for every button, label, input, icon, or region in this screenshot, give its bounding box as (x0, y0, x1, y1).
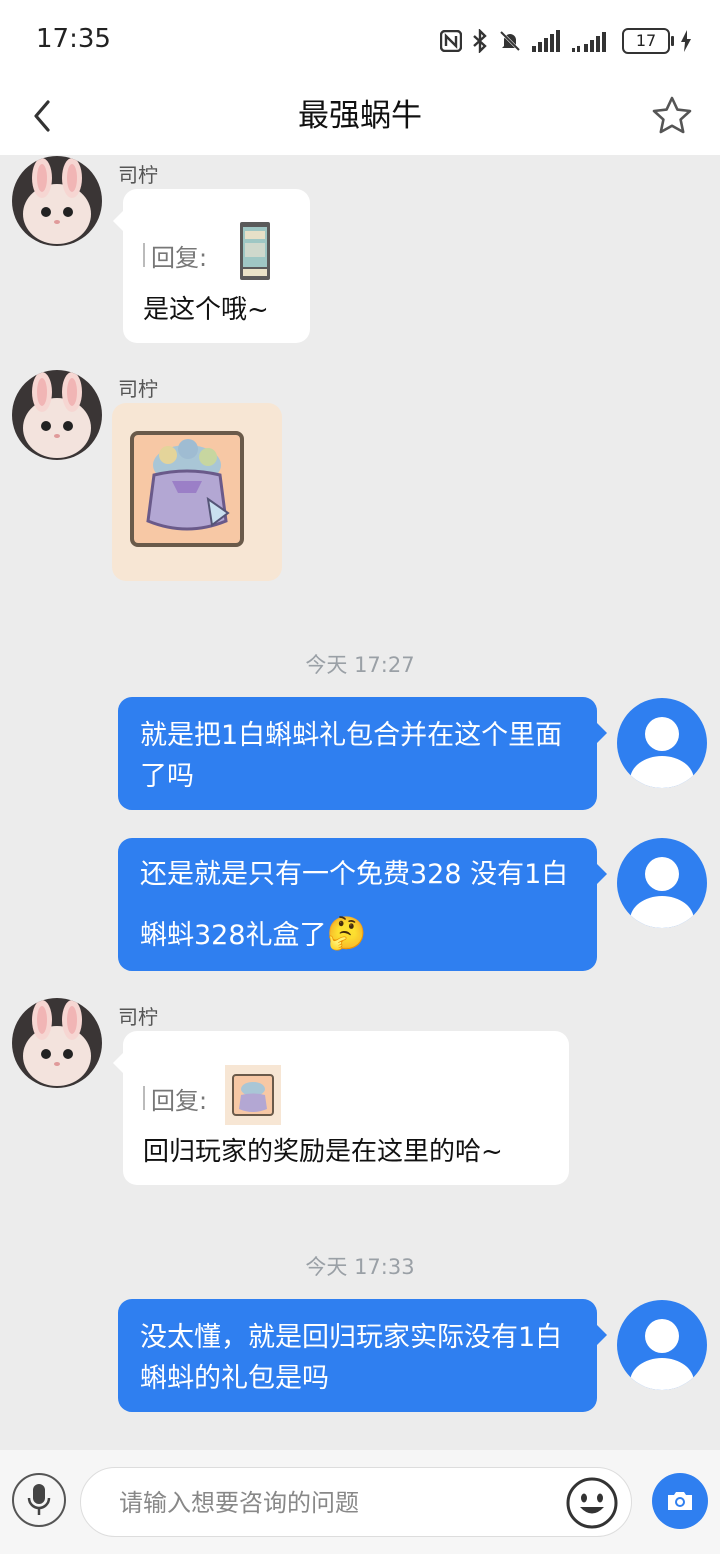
user-avatar[interactable] (617, 838, 707, 928)
reply-label: 回复: (151, 1086, 208, 1115)
message-bubble-outgoing[interactable]: 没太懂，就是回归玩家实际没有1白蝌蚪的礼包是吗 (118, 1299, 607, 1412)
status-bar: 17:35 17 (0, 0, 720, 78)
header-bar: 最强蜗牛 (0, 78, 720, 155)
cat-avatar-icon (12, 156, 102, 246)
message-bubble-outgoing[interactable]: 还是就是只有一个免费328 没有1白蝌蚪328礼盒了🤔 (118, 838, 607, 971)
battery-indicator: 17 (622, 28, 674, 54)
camera-icon (668, 1492, 692, 1510)
sender-name: 司柠 (118, 163, 158, 187)
message-input-container[interactable] (80, 1467, 632, 1537)
message-input[interactable] (117, 1482, 561, 1524)
nfc-icon (440, 30, 462, 52)
reply-bar (143, 243, 145, 267)
reply-quote[interactable]: 回复: (143, 222, 271, 281)
thinking-emoji: 🤔 (326, 914, 367, 952)
favorite-button[interactable] (650, 94, 694, 138)
mute-bell-icon (499, 30, 521, 52)
input-bar (0, 1450, 720, 1554)
image-message[interactable] (112, 403, 282, 581)
charging-icon (681, 30, 691, 52)
timestamp: 今天 17:33 (305, 1255, 415, 1279)
reply-label: 回复: (151, 243, 208, 272)
cat-avatar-icon (12, 998, 102, 1088)
bluetooth-icon (473, 29, 487, 53)
user-icon (630, 717, 694, 788)
timestamp: 今天 17:27 (305, 653, 415, 677)
message-text: 没太懂，就是回归玩家实际没有1白蝌蚪的礼包是吗 (140, 1322, 563, 1394)
phone-screenshot-thumbnail[interactable] (239, 221, 271, 281)
camera-button[interactable] (652, 1473, 708, 1529)
page-title: 最强蜗牛 (298, 98, 422, 134)
agent-avatar[interactable] (12, 370, 102, 460)
message-bubble-outgoing[interactable]: 就是把1白蝌蚪礼包合并在这个里面了吗 (118, 697, 607, 810)
message-text: 是这个哦~ (143, 295, 269, 325)
user-icon (630, 857, 694, 928)
emoji-smile-icon (566, 1477, 618, 1529)
message-text: 回归玩家的奖励是在这里的哈~ (143, 1137, 503, 1167)
gift-bag-thumbnail[interactable] (225, 1065, 282, 1125)
status-time: 17:35 (36, 24, 111, 54)
chat-area[interactable]: 司柠 回复: 是这个哦~ 司柠 今天 17:27 就是把1白蝌蚪礼包合并在这个里… (0, 155, 720, 1450)
cat-avatar-icon (12, 370, 102, 460)
user-avatar[interactable] (617, 1300, 707, 1390)
agent-avatar[interactable] (12, 998, 102, 1088)
message-bubble-incoming[interactable]: 回复: 回归玩家的奖励是在这里的哈~ (113, 1031, 569, 1185)
star-outline-icon (652, 96, 692, 134)
user-avatar[interactable] (617, 698, 707, 788)
voice-button[interactable] (12, 1473, 66, 1527)
reply-quote[interactable]: 回复: (143, 1065, 282, 1125)
reply-bar (143, 1086, 145, 1110)
agent-avatar[interactable] (12, 156, 102, 246)
emoji-button[interactable] (565, 1476, 619, 1530)
gift-bag-image (130, 431, 244, 547)
microphone-icon (27, 1484, 51, 1515)
sender-name: 司柠 (118, 1005, 158, 1029)
message-bubble-incoming[interactable]: 回复: 是这个哦~ (113, 189, 310, 343)
status-icons: 17 (440, 26, 692, 56)
signal-icon (532, 30, 560, 52)
sender-name: 司柠 (118, 377, 158, 401)
message-text: 就是把1白蝌蚪礼包合并在这个里面了吗 (140, 720, 563, 792)
signal-icon-2 (572, 32, 606, 52)
user-icon (630, 1319, 694, 1390)
